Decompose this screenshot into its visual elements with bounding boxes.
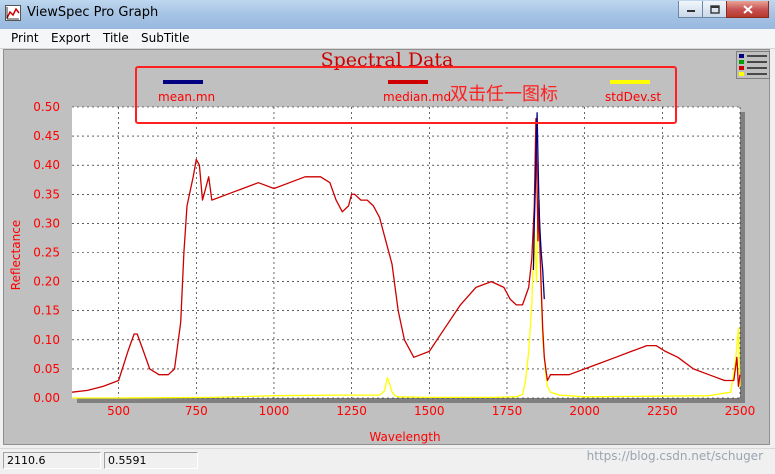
x-tick-label: 1750 (492, 404, 523, 418)
legend-entry[interactable]: mean.mn (158, 80, 215, 104)
y-tick-label: 0.20 (33, 275, 60, 289)
legend-swatch (388, 80, 428, 84)
watermark: https://blog.csdn.net/schuger (586, 449, 763, 463)
y-tick-label: 0.30 (33, 216, 60, 230)
y-tick-label: 0.10 (33, 333, 60, 347)
legend-toggle-icon[interactable] (736, 51, 770, 79)
x-tick-label: 750 (185, 404, 208, 418)
x-tick-label: 1500 (414, 404, 445, 418)
y-tick-label: 0.45 (33, 129, 60, 143)
y-tick-label: 0.50 (33, 100, 60, 114)
x-axis-ticks: 500 750 1000 1250 1500 1750 2000 2250 2500 (107, 404, 755, 418)
legend-entry[interactable]: stdDev.st (605, 80, 661, 104)
y-axis-ticks: 0.00 0.05 0.10 0.15 0.20 0.25 0.30 0.35 0.40 0.45… (33, 100, 60, 405)
y-axis-label: Reflectance (9, 220, 23, 290)
status-x-value: 2110.6 (3, 452, 101, 469)
y-tick-label: 0.15 (33, 304, 60, 318)
x-tick-label: 500 (107, 404, 130, 418)
x-tick-label: 2000 (569, 404, 600, 418)
y-tick-label: 0.00 (33, 391, 60, 405)
legend-label: mean.mn (158, 90, 215, 104)
x-axis-label: Wavelength (369, 430, 440, 444)
y-tick-label: 0.35 (33, 187, 60, 201)
legend-swatch (163, 80, 203, 84)
x-tick-label: 1000 (259, 404, 290, 418)
y-tick-label: 0.40 (33, 158, 60, 172)
legend-label: stdDev.st (605, 90, 661, 104)
status-y-value: 0.5591 (104, 452, 198, 469)
x-tick-label: 1250 (336, 404, 367, 418)
legend-annotation: 双击任一图标 (450, 84, 558, 105)
legend: mean.mn median.md stdDev.st (158, 80, 661, 104)
legend-label: median.md (383, 90, 451, 104)
x-tick-label: 2250 (647, 404, 678, 418)
legend-swatch (610, 80, 650, 84)
y-tick-label: 0.25 (33, 246, 60, 260)
y-tick-label: 0.05 (33, 362, 60, 376)
x-tick-label: 2500 (725, 404, 756, 418)
legend-entry[interactable]: median.md (383, 80, 451, 104)
spectral-chart[interactable]: 500 750 1000 1250 1500 1750 2000 2250 2500 0.000… (0, 0, 775, 473)
